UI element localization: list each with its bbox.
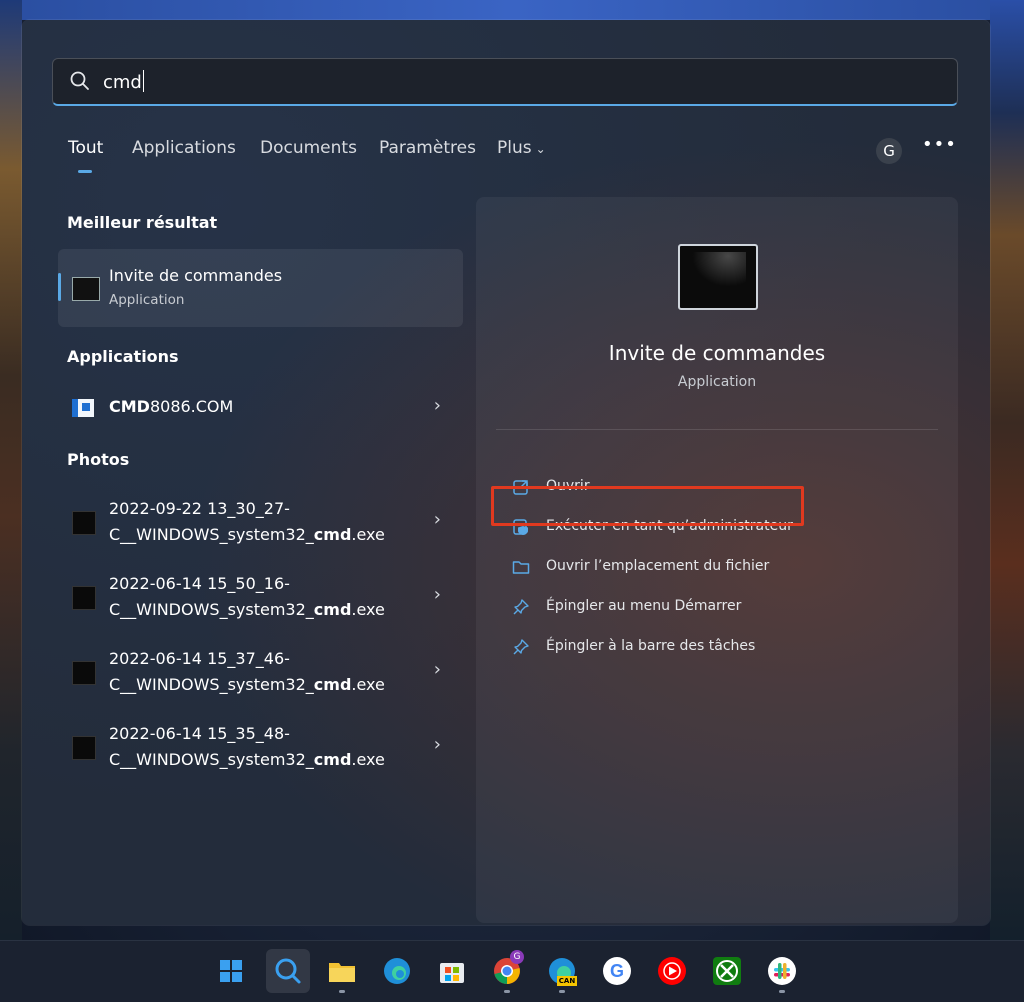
app-name: CMD8086.COM <box>109 397 234 416</box>
running-indicator <box>779 990 785 993</box>
photo-name: 2022-09-22 13_30_27- C__WINDOWS_system32… <box>109 499 385 544</box>
search-taskbar-button[interactable] <box>266 949 310 993</box>
chrome-icon[interactable]: G <box>490 950 524 988</box>
pin-icon <box>513 599 529 615</box>
account-avatar[interactable]: G <box>876 138 902 164</box>
chrome-profile-badge: G <box>510 950 524 964</box>
highlight-annotation <box>491 486 804 526</box>
photos-heading: Photos <box>67 450 130 469</box>
tab-all[interactable]: Tout <box>68 138 103 173</box>
xbox-icon[interactable] <box>710 954 744 988</box>
folder-icon <box>512 561 530 574</box>
windows-start-icon[interactable] <box>214 954 248 988</box>
photo-name: 2022-06-14 15_35_48- C__WINDOWS_system32… <box>109 724 385 769</box>
running-indicator <box>559 990 565 993</box>
list-item[interactable]: 2022-06-14 15_50_16- C__WINDOWS_system32… <box>58 571 463 623</box>
wallpaper-right <box>990 0 1024 940</box>
edge-icon[interactable] <box>380 954 414 988</box>
running-indicator <box>504 990 510 993</box>
chevron-right-icon[interactable]: › <box>434 659 441 680</box>
search-icon <box>275 958 301 984</box>
tab-more[interactable]: Plus ⌄ <box>497 138 546 158</box>
youtube-music-icon[interactable] <box>655 954 689 988</box>
best-match-title: Invite de commandes <box>109 266 283 285</box>
command-prompt-icon <box>72 277 100 301</box>
action-pin-to-taskbar[interactable]: Épingler à la barre des tâches <box>512 636 932 660</box>
file-explorer-icon[interactable] <box>325 954 359 988</box>
more-options-icon[interactable]: ••• <box>922 134 957 155</box>
details-subtitle: Application <box>677 374 757 390</box>
tab-documents[interactable]: Documents <box>260 138 357 158</box>
action-pin-to-start[interactable]: Épingler au menu Démarrer <box>512 596 932 620</box>
details-pane: Invite de commandes Application Ouvrir E… <box>476 197 958 923</box>
canary-badge: CAN <box>557 976 577 986</box>
search-icon <box>70 71 89 90</box>
applications-heading: Applications <box>67 347 179 366</box>
wallpaper-top <box>0 0 1024 20</box>
slack-icon[interactable] <box>765 954 799 988</box>
chevron-down-icon: ⌄ <box>535 142 546 156</box>
best-match-item[interactable]: Invite de commandes Application <box>58 249 463 327</box>
photo-name: 2022-06-14 15_50_16- C__WINDOWS_system32… <box>109 574 385 619</box>
taskbar: G CAN G <box>0 940 1024 1002</box>
com-file-icon <box>72 399 94 417</box>
photo-name: 2022-06-14 15_37_46- C__WINDOWS_system32… <box>109 649 385 694</box>
chevron-right-icon[interactable]: › <box>434 584 441 605</box>
search-input[interactable]: cmd <box>52 58 958 106</box>
action-open-file-location[interactable]: Ouvrir l’emplacement du fichier <box>512 556 932 580</box>
tab-settings[interactable]: Paramètres <box>379 138 476 158</box>
google-icon[interactable]: G <box>600 954 634 988</box>
edge-canary-icon[interactable]: CAN <box>545 954 579 988</box>
search-value: cmd <box>103 70 144 93</box>
photo-thumbnail-icon <box>72 661 96 685</box>
pin-icon <box>513 639 529 655</box>
photo-thumbnail-icon <box>72 736 96 760</box>
tab-applications[interactable]: Applications <box>132 138 236 158</box>
running-indicator <box>339 990 345 993</box>
chevron-right-icon[interactable]: › <box>434 734 441 755</box>
best-match-heading: Meilleur résultat <box>67 213 218 232</box>
active-tab-indicator <box>78 170 92 173</box>
list-item[interactable]: 2022-09-22 13_30_27- C__WINDOWS_system32… <box>58 496 463 548</box>
list-item[interactable]: 2022-06-14 15_35_48- C__WINDOWS_system32… <box>58 721 463 773</box>
details-title: Invite de commandes <box>608 341 826 365</box>
divider <box>496 429 938 430</box>
list-item-cmd8086[interactable]: CMD8086.COM › <box>58 395 463 421</box>
photo-thumbnail-icon <box>72 511 96 535</box>
best-match-subtitle: Application <box>109 292 185 308</box>
svg-text:G: G <box>610 961 624 981</box>
wallpaper-left <box>0 0 22 940</box>
selection-indicator <box>58 273 61 301</box>
command-prompt-large-icon <box>678 244 758 310</box>
microsoft-store-icon[interactable] <box>435 954 469 988</box>
chevron-right-icon[interactable]: › <box>434 509 441 530</box>
photo-thumbnail-icon <box>72 586 96 610</box>
start-search-panel: cmd Tout Applications Documents Paramètr… <box>22 20 990 925</box>
list-item[interactable]: 2022-06-14 15_37_46- C__WINDOWS_system32… <box>58 646 463 698</box>
chevron-right-icon[interactable]: › <box>434 395 441 416</box>
